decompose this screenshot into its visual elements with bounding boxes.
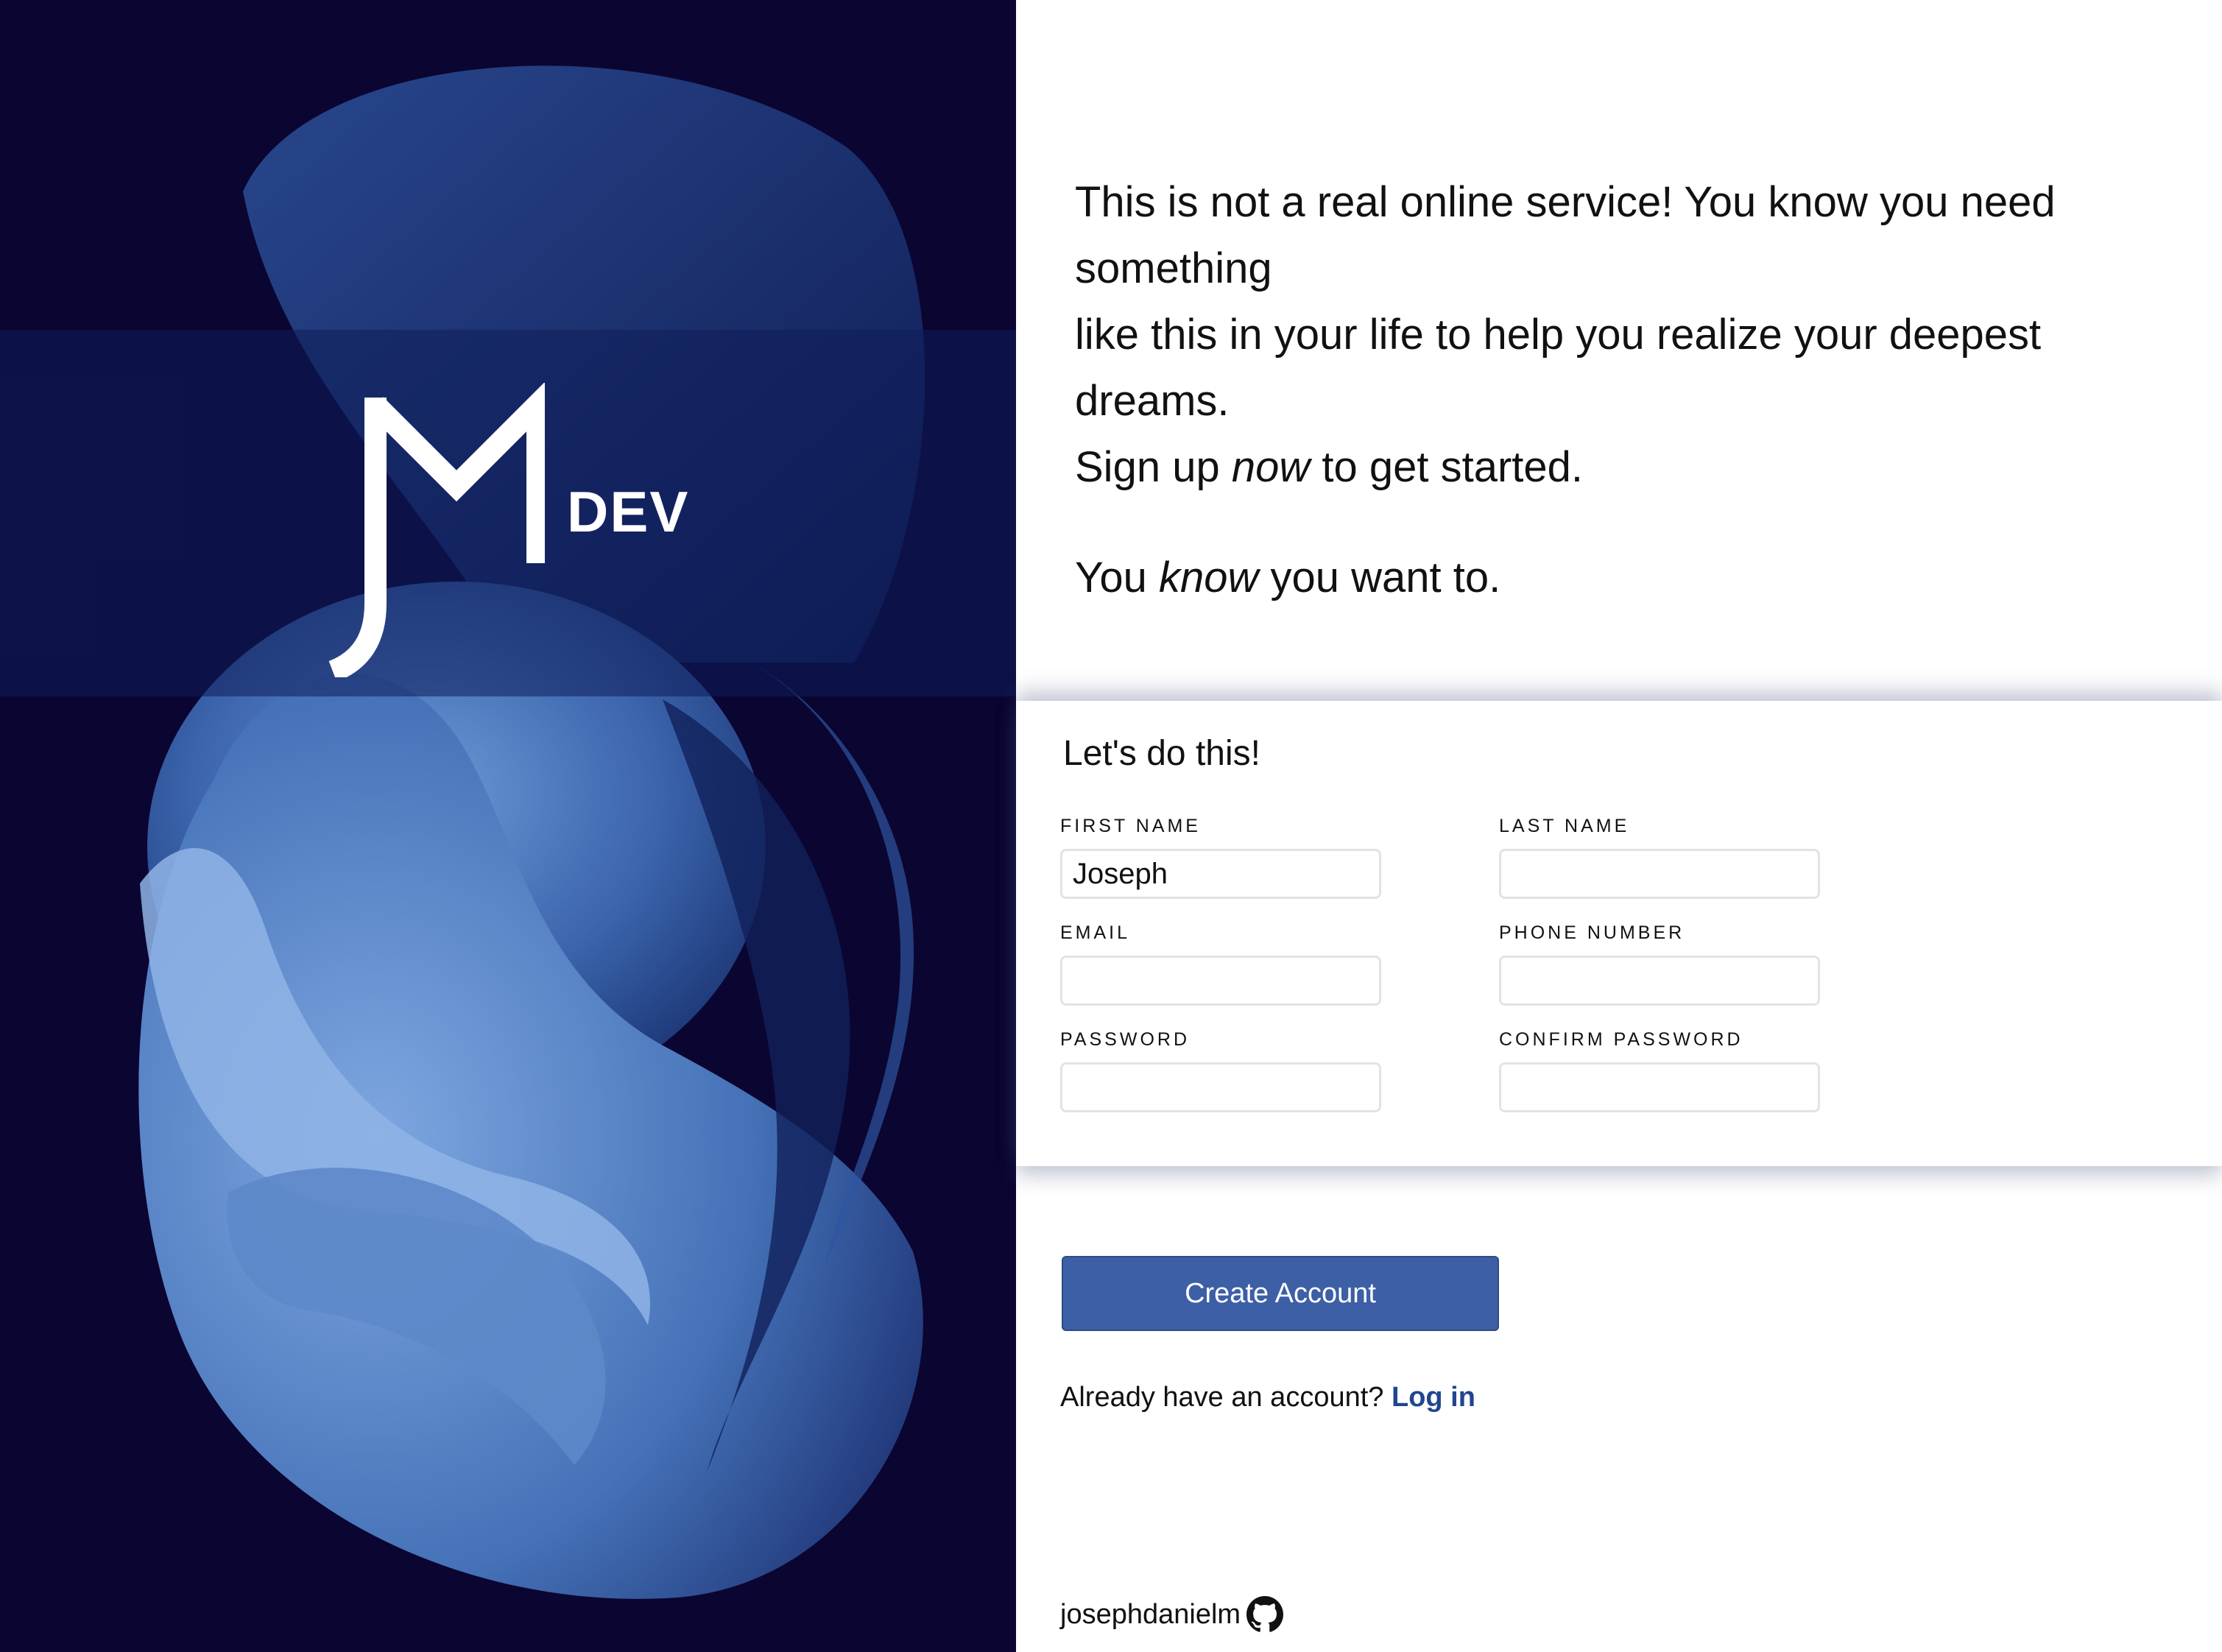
create-account-button[interactable]: Create Account	[1062, 1256, 1499, 1331]
abstract-swirl-artwork	[138, 66, 925, 1599]
phone-number-label: Phone Number	[1499, 922, 1685, 943]
intro-line-3: Sign up now to get started.	[1075, 443, 1584, 491]
password-label: Password	[1060, 1029, 1190, 1050]
password-group: Password	[1060, 1029, 1381, 1112]
confirm-password-group: Confirm Password	[1499, 1029, 1820, 1112]
password-input[interactable]	[1060, 1062, 1381, 1112]
email-label: Email	[1060, 922, 1131, 943]
logo-text: DEV	[567, 479, 690, 544]
last-name-input[interactable]	[1499, 849, 1820, 899]
confirm-password-input[interactable]	[1499, 1062, 1820, 1112]
last-name-group: Last Name	[1499, 816, 1820, 899]
phone-number-input[interactable]	[1499, 956, 1820, 1006]
first-name-input[interactable]	[1060, 849, 1381, 899]
jm-logo-icon	[328, 383, 545, 677]
signup-form: Let's do this! First Name Last Name Emai…	[1016, 701, 2222, 1166]
phone-number-group: Phone Number	[1499, 922, 1820, 1006]
github-profile-link[interactable]: josephdanielm	[1060, 1596, 1284, 1633]
confirm-password-label: Confirm Password	[1499, 1029, 1743, 1050]
sidebar-hero: DEV	[0, 0, 1016, 1652]
github-icon	[1246, 1596, 1284, 1632]
login-prompt-text: Already have an account?	[1060, 1382, 1384, 1413]
github-username: josephdanielm	[1060, 1598, 1241, 1630]
intro-line-1: This is not a real online service! You k…	[1075, 178, 2056, 292]
email-input[interactable]	[1060, 956, 1381, 1006]
intro-line-2: like this in your life to help you reali…	[1075, 311, 2042, 425]
first-name-group: First Name	[1060, 816, 1381, 899]
intro-line-4: You know you want to.	[1075, 554, 1501, 601]
last-name-label: Last Name	[1499, 816, 1630, 836]
login-link[interactable]: Log in	[1392, 1382, 1475, 1413]
emphasis-now: now	[1231, 443, 1311, 491]
signup-panel: This is not a real online service! You k…	[1016, 0, 2222, 1652]
emphasis-know: know	[1159, 554, 1259, 601]
login-prompt: Already have an account? Log in	[1060, 1382, 1475, 1413]
form-title: Let's do this!	[1063, 734, 1260, 773]
intro-text: This is not a real online service! You k…	[1075, 169, 2142, 611]
email-group: Email	[1060, 922, 1381, 1006]
first-name-label: First Name	[1060, 816, 1201, 836]
